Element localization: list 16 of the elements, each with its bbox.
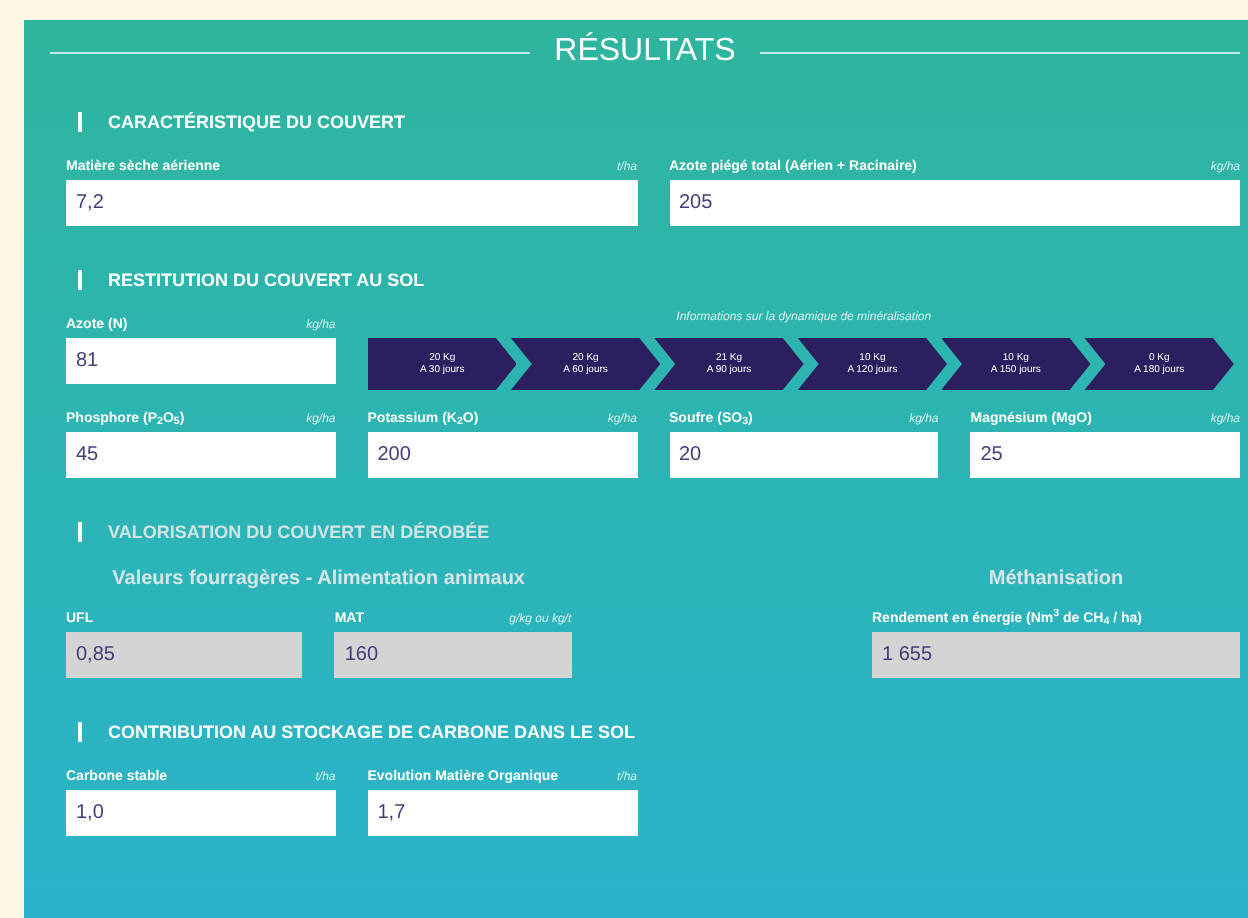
input-field[interactable]: 20	[669, 432, 939, 478]
input-field[interactable]: 45	[66, 432, 336, 478]
section-heading: CARACTÉRISTIQUE DU COUVERT	[108, 113, 406, 131]
section-heading: VALORISATION DU COUVERT EN DÉROBÉE	[108, 523, 490, 541]
subheading: Méthanisation	[986, 566, 1126, 594]
input-field[interactable]: 1,7	[367, 790, 637, 836]
input-field[interactable]: 7,2	[66, 180, 637, 226]
input-field[interactable]: 205	[669, 180, 1240, 226]
section-heading: RESTITUTION DU COUVERT AU SOL	[108, 271, 425, 289]
subheading: Valeurs fourragères - Alimentation animaux	[110, 566, 527, 594]
results-title: RÉSULTATS	[554, 36, 736, 68]
input-field[interactable]: 200	[367, 432, 637, 478]
input-field[interactable]: 25	[970, 432, 1240, 478]
section-heading: CONTRIBUTION AU STOCKAGE DE CARBONE DANS LE SOL	[108, 723, 636, 741]
input-field[interactable]: 81	[66, 338, 336, 384]
input-field[interactable]: 1,0	[66, 790, 336, 836]
